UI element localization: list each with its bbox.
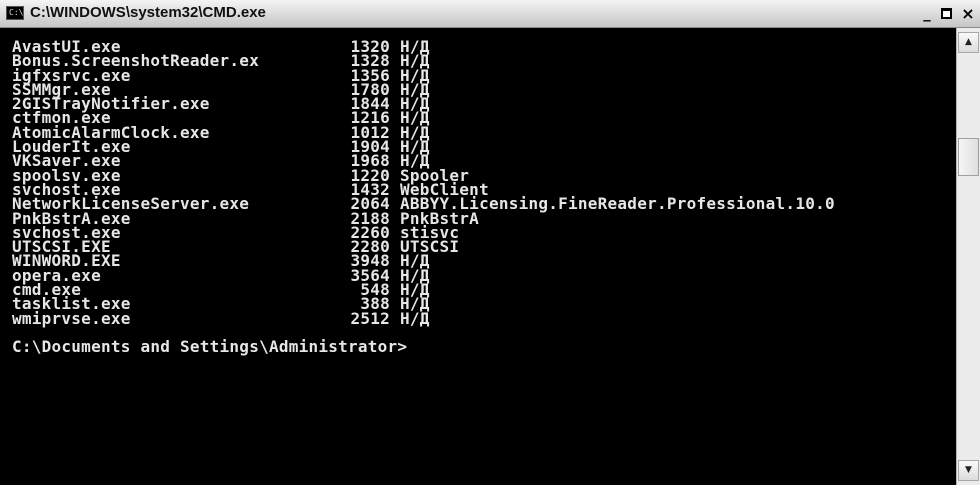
scroll-thumb[interactable] [958, 138, 979, 176]
maximize-icon [941, 8, 952, 19]
cmd-window: C:\ C:\WINDOWS\system32\CMD.exe _ × Avas… [0, 0, 980, 485]
console-lines: AvastUI.exe 1320 Н/Д Bonus.ScreenshotReader… [12, 38, 835, 354]
scroll-up-button[interactable]: ▲ [958, 32, 979, 53]
window-title: C:\WINDOWS\system32\CMD.exe [30, 4, 266, 21]
process-pid: 2512 [350, 308, 390, 328]
vertical-scrollbar[interactable]: ▲ ▼ [956, 28, 980, 485]
cmd-app-icon[interactable]: C:\ [6, 6, 24, 20]
process-row: wmiprvse.exe 2512 Н/Д [12, 308, 429, 328]
title-bar[interactable]: C:\ C:\WINDOWS\system32\CMD.exe _ × [0, 0, 980, 28]
minimize-button[interactable]: _ [917, 5, 937, 23]
close-button[interactable]: × [958, 5, 978, 23]
process-service: Н/Д [400, 308, 430, 328]
maximize-button[interactable] [937, 5, 957, 23]
command-prompt[interactable]: C:\Documents and Settings\Administrator> [12, 338, 407, 354]
console-output[interactable]: AvastUI.exe 1320 Н/Д Bonus.ScreenshotReader… [0, 28, 956, 485]
scroll-down-button[interactable]: ▼ [958, 460, 979, 481]
process-name: wmiprvse.exe [12, 308, 131, 328]
